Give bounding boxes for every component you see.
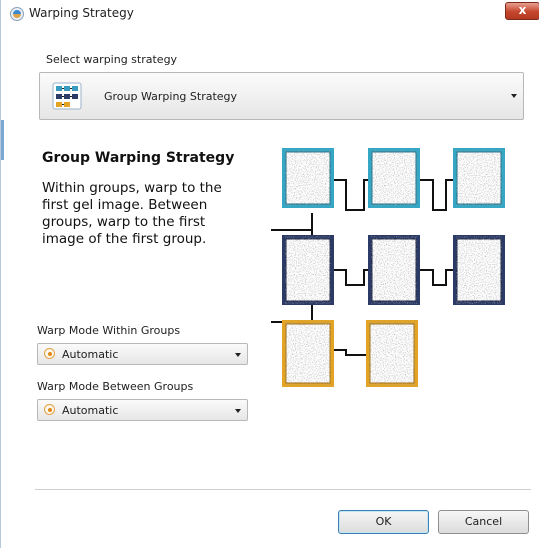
footer-divider (35, 489, 531, 490)
title-bar: Warping Strategy x (1, 0, 539, 28)
gel-frame-group1-3 (453, 148, 505, 208)
between-groups-label: Warp Mode Between Groups (37, 380, 194, 393)
cancel-button[interactable]: Cancel (438, 510, 529, 534)
within-groups-dropdown[interactable]: Automatic (37, 343, 248, 365)
between-groups-dropdown[interactable]: Automatic (37, 399, 248, 421)
automatic-mode-icon (44, 348, 55, 359)
strategy-description: Within groups, warp to the first gel ima… (42, 180, 222, 247)
gel-frame-group2-2 (368, 235, 420, 305)
automatic-mode-icon (44, 404, 55, 415)
chevron-down-icon (511, 94, 517, 98)
within-groups-label: Warp Mode Within Groups (37, 324, 181, 337)
gel-frame-group2-1 (282, 235, 334, 305)
strategy-heading: Group Warping Strategy (42, 150, 235, 166)
gel-frame-group3-2 (366, 320, 418, 387)
warping-diagram (269, 140, 531, 400)
chevron-down-icon (235, 353, 241, 357)
close-button[interactable]: x (505, 2, 539, 20)
close-icon: x (518, 3, 527, 17)
window-title: Warping Strategy (29, 6, 134, 20)
strategy-selected-value: Group Warping Strategy (104, 90, 238, 103)
gel-frame-group2-3 (453, 235, 505, 305)
window-edge (1, 120, 4, 160)
gel-frame-group1-2 (368, 148, 420, 208)
gel-frame-group1-1 (282, 148, 334, 208)
strategy-dropdown[interactable]: Group Warping Strategy (39, 72, 524, 120)
gel-frame-group3-1 (282, 320, 334, 387)
chevron-down-icon (235, 409, 241, 413)
within-groups-value: Automatic (62, 348, 119, 361)
diagram-svg (269, 148, 505, 387)
ok-button[interactable]: OK (338, 510, 429, 534)
strategy-label: Select warping strategy (46, 53, 178, 66)
warping-strategy-dialog: Warping Strategy x Select warping strate… (0, 0, 539, 548)
app-icon (10, 7, 24, 21)
group-strategy-icon (52, 82, 82, 110)
between-groups-value: Automatic (62, 404, 119, 417)
